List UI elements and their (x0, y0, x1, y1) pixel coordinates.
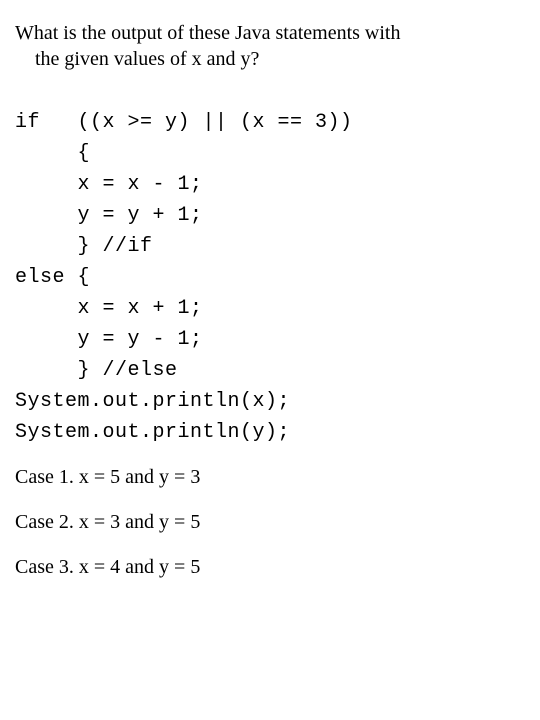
code-line-6: else { (15, 266, 90, 289)
question-line-2: the given values of x and y? (15, 46, 525, 72)
code-line-11: System.out.println(y); (15, 421, 290, 444)
code-block: if ((x >= y) || (x == 3)) { x = x - 1; y… (15, 76, 525, 448)
code-line-5: } //if (15, 235, 153, 258)
question-line-1: What is the output of these Java stateme… (15, 20, 525, 46)
code-line-8: y = y - 1; (15, 328, 203, 351)
code-line-10: System.out.println(x); (15, 390, 290, 413)
case-1: Case 1. x = 5 and y = 3 (15, 466, 525, 489)
code-line-9: } //else (15, 359, 178, 382)
code-line-3: x = x - 1; (15, 173, 203, 196)
case-3: Case 3. x = 4 and y = 5 (15, 556, 525, 579)
case-2: Case 2. x = 3 and y = 5 (15, 511, 525, 534)
code-line-7: x = x + 1; (15, 297, 203, 320)
question-text: What is the output of these Java stateme… (15, 20, 525, 72)
code-line-4: y = y + 1; (15, 204, 203, 227)
code-line-1: if ((x >= y) || (x == 3)) (15, 111, 353, 134)
code-line-2: { (15, 142, 90, 165)
